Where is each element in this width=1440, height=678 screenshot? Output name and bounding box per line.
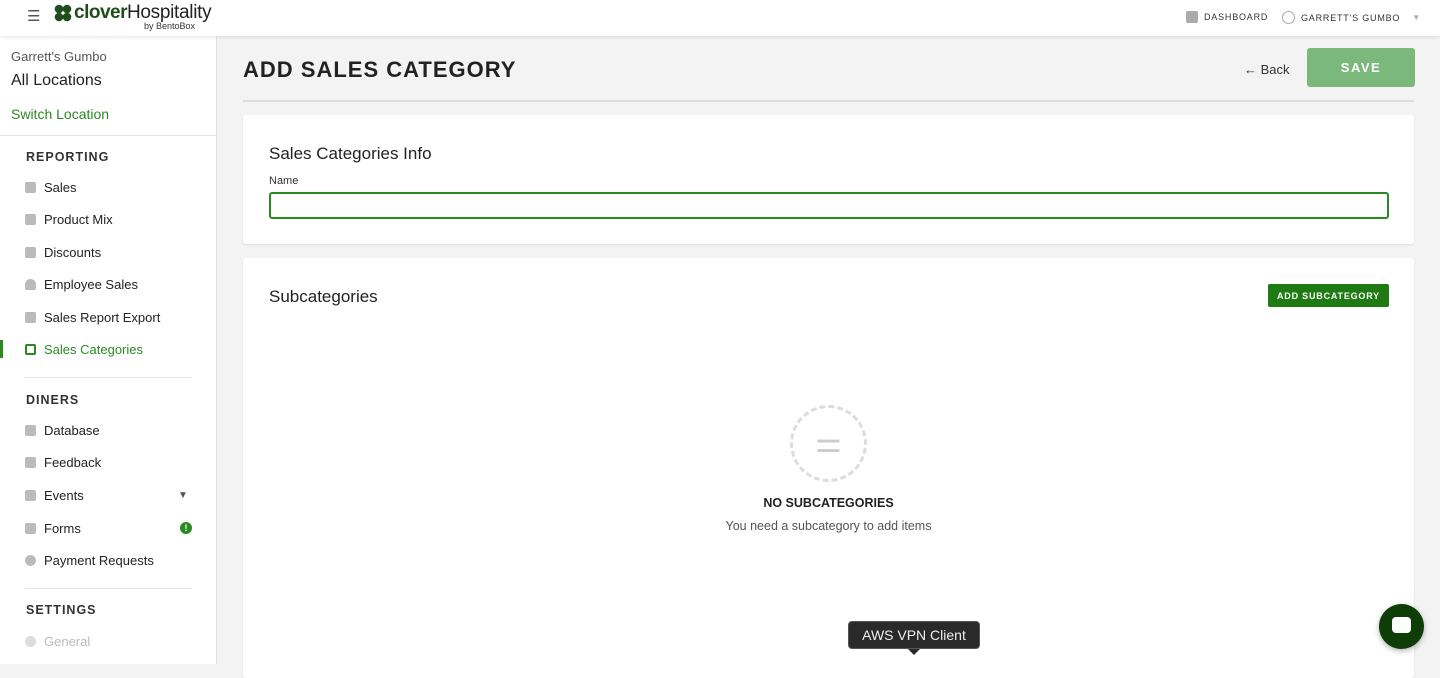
calendar-icon (25, 489, 36, 501)
chevron-down-icon[interactable]: ▼ (178, 490, 188, 501)
person-icon (25, 278, 36, 290)
brand-name: clover (74, 2, 127, 23)
sidebar-item-database[interactable]: Database (0, 418, 216, 442)
report-icon (25, 311, 36, 323)
name-input[interactable] (269, 192, 1389, 219)
save-button[interactable]: SAVE (1307, 48, 1415, 87)
sidebar-item-general[interactable]: General (0, 629, 216, 653)
feedback-icon (25, 456, 36, 468)
sidebar-item-sales[interactable]: Sales (0, 175, 216, 199)
add-subcategory-button[interactable]: ADD SUBCATEGORY (1268, 284, 1389, 307)
info-card: Sales Categories Info Name (243, 115, 1414, 244)
top-bar: ☰ cloverHospitality by BentoBox DASHBOAR… (0, 0, 1440, 36)
subcategories-card: Subcategories ADD SUBCATEGORY ⚌ NO SUBCA… (243, 258, 1414, 678)
switch-location-link[interactable]: Switch Location (11, 106, 109, 122)
sliders-icon: ⚌ (790, 405, 867, 482)
back-link[interactable]: ← Back (1244, 62, 1290, 77)
form-icon (25, 522, 36, 534)
byline: by BentoBox (144, 21, 196, 31)
sidebar-item-product-mix[interactable]: Product Mix (0, 207, 216, 231)
sidebar-item-sales-report-export[interactable]: Sales Report Export (0, 305, 216, 329)
sidebar-item-sales-categories[interactable]: Sales Categories (0, 337, 216, 361)
chat-button[interactable] (1379, 604, 1424, 649)
cart-icon (25, 424, 36, 436)
menu-collapse-icon[interactable]: ☰ (27, 9, 43, 24)
sidebar-item-discounts[interactable]: Discounts (0, 240, 216, 264)
sidebar: Garrett's Gumbo All Locations Switch Loc… (0, 36, 217, 664)
user-icon (1282, 11, 1295, 24)
table-icon (25, 213, 36, 225)
dashboard-link[interactable]: DASHBOARD (1186, 11, 1268, 23)
section-settings: SETTINGS (26, 603, 97, 617)
sidebar-item-events[interactable]: Events ▼ (0, 483, 216, 507)
divider (243, 100, 1414, 102)
sidebar-item-payment-requests[interactable]: Payment Requests (0, 548, 216, 572)
alert-badge: ! (180, 522, 192, 534)
vpn-tooltip: AWS VPN Client (848, 621, 980, 655)
section-reporting: REPORTING (26, 150, 110, 164)
bar-chart-icon (25, 181, 36, 193)
tag-icon (25, 246, 36, 258)
card-title: Sales Categories Info (269, 144, 432, 163)
location-name: All Locations (11, 72, 102, 89)
empty-title: NO SUBCATEGORIES (763, 496, 894, 510)
name-label: Name (269, 175, 299, 187)
section-diners: DINERS (26, 393, 80, 407)
clover-logo-icon (54, 4, 72, 22)
chat-icon (1392, 617, 1411, 633)
brand-suffix: Hospitality (126, 2, 212, 23)
restaurant-name: Garrett's Gumbo (11, 49, 107, 64)
divider (25, 588, 192, 589)
empty-subtitle: You need a subcategory to add items (725, 519, 932, 533)
divider (0, 135, 216, 136)
gear-icon (25, 635, 36, 647)
card-title: Subcategories (269, 287, 378, 306)
divider (25, 377, 192, 378)
sidebar-item-employee-sales[interactable]: Employee Sales (0, 272, 216, 296)
sidebar-item-feedback[interactable]: Feedback (0, 450, 216, 474)
chart-add-icon (25, 343, 36, 355)
caret-down-icon: ▼ (1412, 13, 1421, 22)
page-title: ADD SALES CATEGORY (243, 57, 517, 82)
account-menu[interactable]: GARRETT'S GUMBO ▼ (1282, 11, 1421, 24)
sidebar-item-forms[interactable]: Forms! (0, 516, 216, 540)
dashboard-icon (1186, 11, 1198, 23)
dollar-icon (25, 554, 36, 566)
